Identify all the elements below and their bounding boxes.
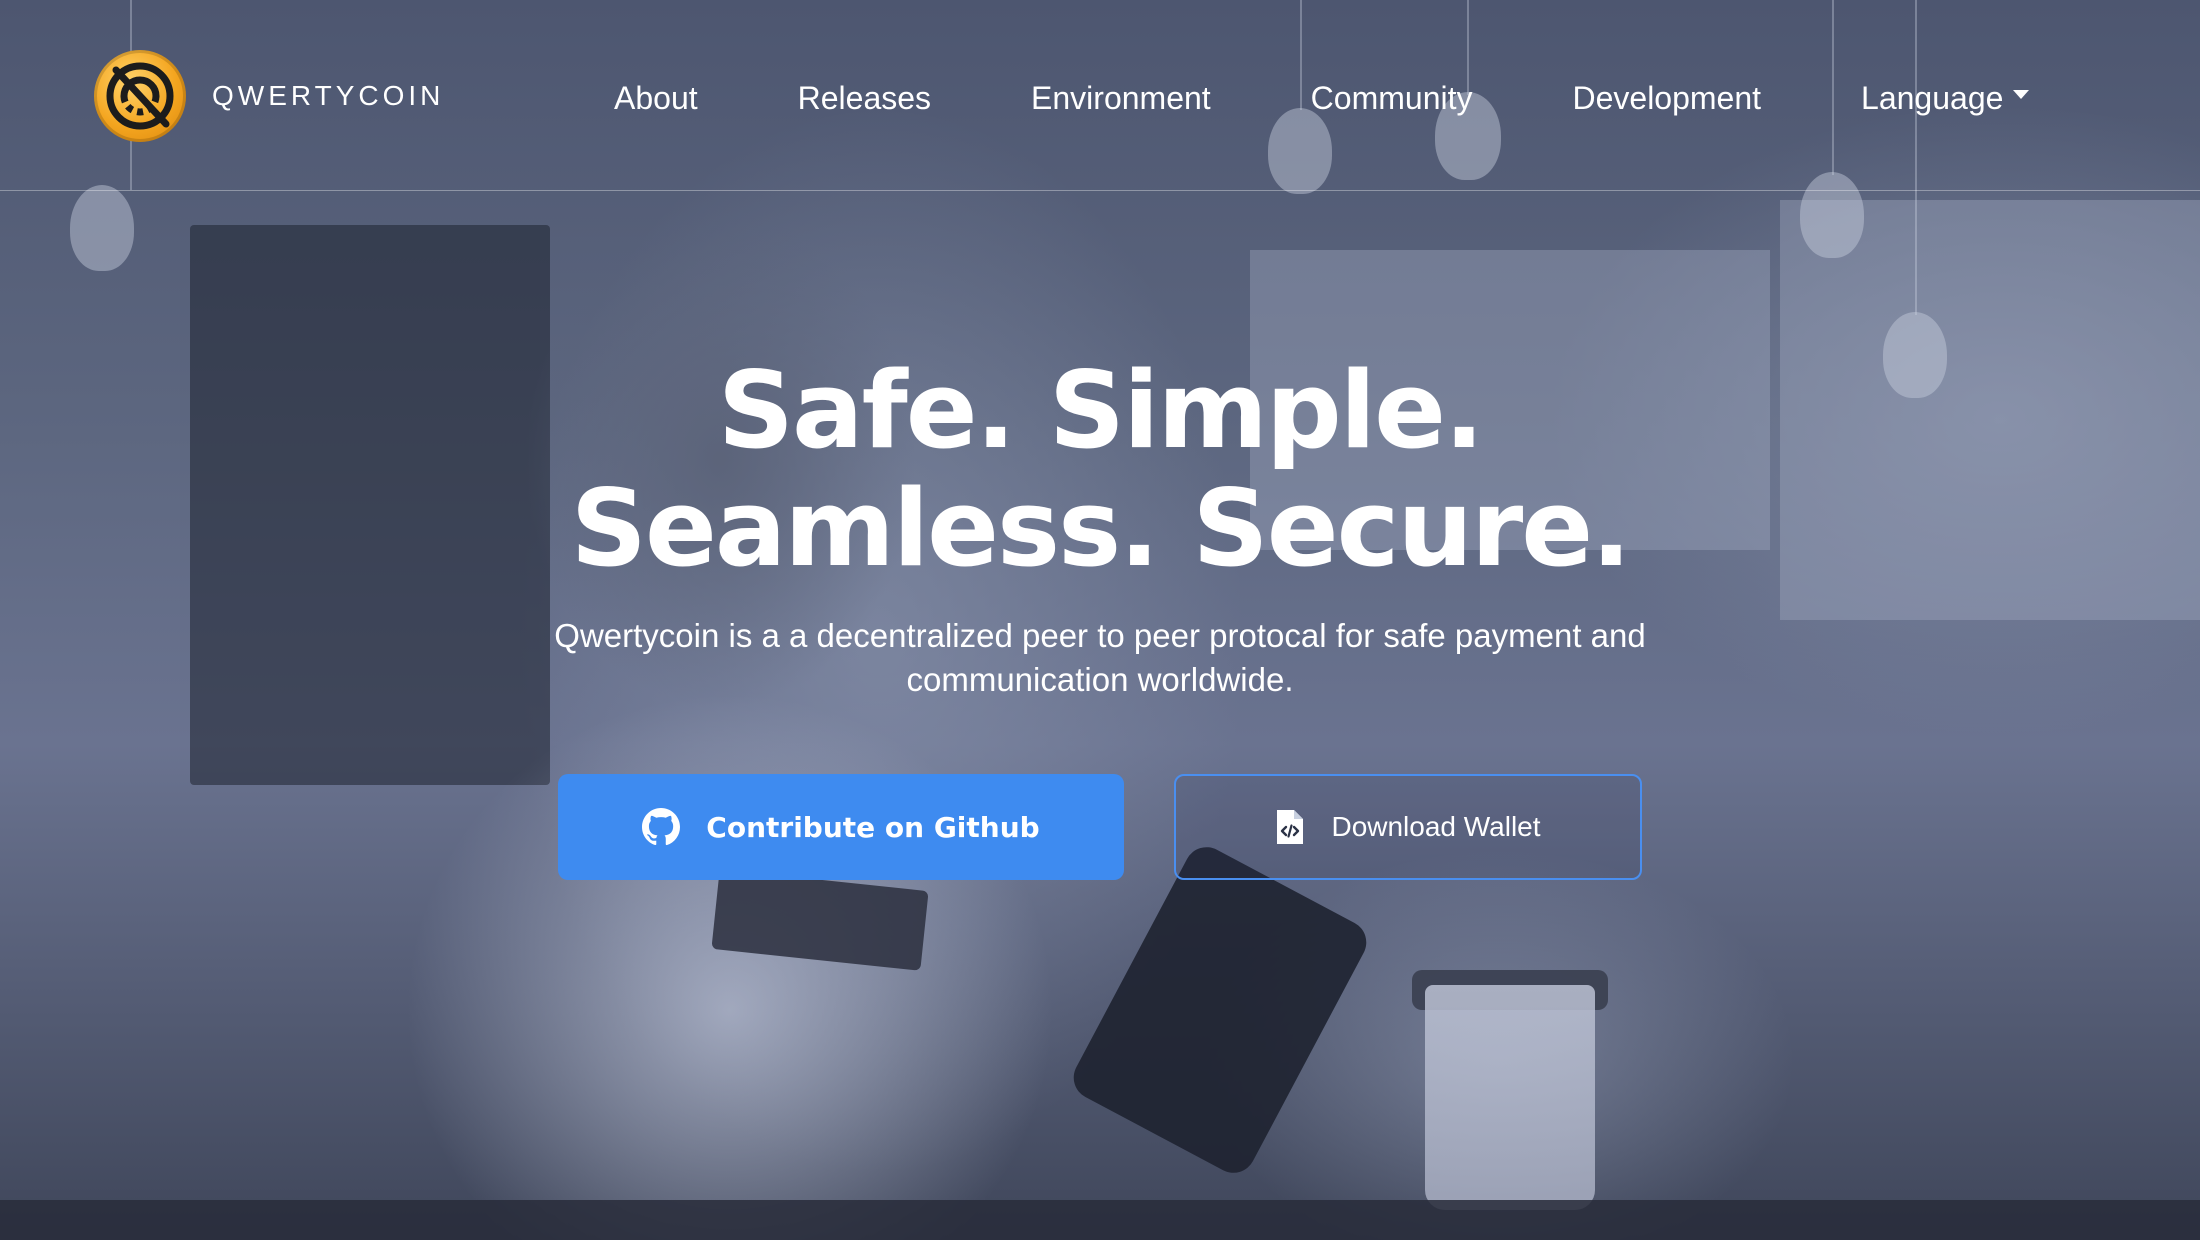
navbar: QWERTYCOIN About Releases Environment Co… [0,0,2200,191]
main-nav: About Releases Environment Community Dev… [614,70,2030,126]
nav-item-community[interactable]: Community [1311,80,1473,117]
code-file-icon [1275,808,1305,846]
hero-headline: Safe. Simple. Seamless. Secure. [0,352,2200,588]
nav-item-about[interactable]: About [614,80,698,117]
contribute-github-button[interactable]: Contribute on Github [558,774,1124,880]
headline-line-1: Safe. Simple. [717,349,1485,472]
headline-line-2: Seamless. Secure. [570,467,1632,590]
github-icon [642,808,681,846]
caret-down-icon [2013,89,2030,99]
nav-item-environment[interactable]: Environment [1031,80,1211,117]
brand-name: QWERTYCOIN [212,80,445,111]
brand-link[interactable]: QWERTYCOIN [94,50,444,142]
background-lamp [70,185,134,271]
background-coffee-cup [1425,985,1595,1210]
nav-item-language-dropdown[interactable]: Language [1861,79,2030,117]
background-table [0,1200,2200,1240]
nav-item-releases[interactable]: Releases [798,80,931,117]
qwertycoin-logo-icon [94,50,186,142]
contribute-github-label: Contribute on Github [706,810,1040,844]
language-label: Language [1861,79,2004,116]
download-wallet-button[interactable]: Download Wallet [1174,774,1642,880]
hero-subheading: Qwertycoin is a a decentralized peer to … [554,617,1646,698]
nav-item-development[interactable]: Development [1572,80,1761,117]
download-wallet-label: Download Wallet [1331,811,1541,842]
